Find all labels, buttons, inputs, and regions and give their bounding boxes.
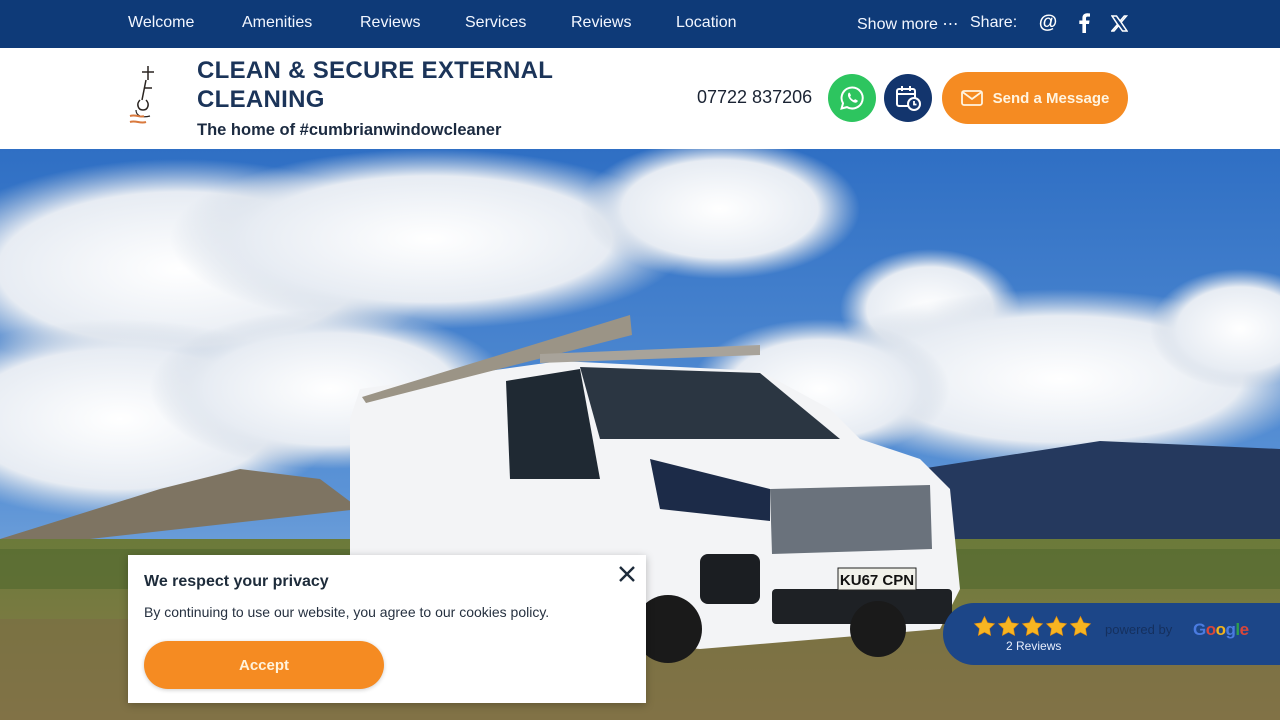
- google-logo-letter: o: [1215, 620, 1226, 639]
- google-reviews-badge[interactable]: 2 Reviews powered by Google: [943, 603, 1280, 665]
- x-twitter-icon[interactable]: [1107, 10, 1131, 36]
- star-icon: [997, 615, 1020, 637]
- google-logo-letter: g: [1225, 620, 1236, 639]
- star-rating: [973, 615, 1092, 638]
- cookie-consent-banner: We respect your privacy By continuing to…: [128, 555, 646, 703]
- number-plate: KU67 CPN: [840, 572, 914, 589]
- logo[interactable]: [126, 62, 168, 128]
- cookie-banner-text: By continuing to use our website, you ag…: [144, 604, 550, 620]
- site-tagline: The home of #cumbrianwindowcleaner: [197, 121, 502, 139]
- site-header: CLEAN & SECURE EXTERNAL CLEANING The hom…: [0, 48, 1280, 149]
- top-navigation-bar: Welcome Amenities Reviews Services Revie…: [0, 0, 1280, 48]
- send-message-button[interactable]: Send a Message: [942, 72, 1128, 124]
- whatsapp-button[interactable]: [828, 74, 876, 122]
- close-icon: [619, 566, 635, 582]
- share-label: Share:: [970, 14, 1018, 31]
- star-icon: [973, 615, 996, 637]
- nav-item-location[interactable]: Location: [676, 14, 737, 32]
- review-count: 2 Reviews: [1006, 639, 1062, 653]
- star-icon: [1045, 615, 1068, 637]
- cookie-close-button[interactable]: [616, 563, 638, 585]
- facebook-icon[interactable]: [1072, 10, 1096, 36]
- accept-cookies-button[interactable]: Accept: [144, 641, 384, 689]
- cookie-banner-title: We respect your privacy: [144, 573, 329, 590]
- site-title: CLEAN & SECURE EXTERNAL CLEANING: [197, 57, 553, 113]
- phone-number-link[interactable]: 07722 837206: [697, 87, 812, 108]
- star-icon: [1021, 615, 1044, 637]
- email-at-icon[interactable]: @: [1036, 10, 1060, 36]
- send-message-label: Send a Message: [992, 89, 1110, 107]
- whatsapp-icon: [840, 86, 864, 110]
- nav-item-reviews[interactable]: Reviews: [360, 14, 420, 32]
- calendar-clock-icon: [896, 86, 921, 111]
- nav-item-amenities[interactable]: Amenities: [242, 14, 312, 32]
- nav-item-welcome[interactable]: Welcome: [128, 14, 194, 32]
- google-logo-letter: o: [1205, 620, 1216, 639]
- powered-by-label: powered by: [1105, 622, 1173, 637]
- google-logo: Google: [1193, 620, 1249, 640]
- google-logo-letter: G: [1193, 620, 1206, 639]
- show-more-button[interactable]: Show more ⋯: [857, 14, 958, 34]
- nav-item-services[interactable]: Services: [465, 14, 526, 32]
- nav-item-reviews-2[interactable]: Reviews: [571, 14, 631, 32]
- booking-calendar-button[interactable]: [884, 74, 932, 122]
- google-logo-letter: e: [1239, 620, 1249, 639]
- star-icon: [1069, 615, 1092, 637]
- envelope-icon: [960, 90, 983, 106]
